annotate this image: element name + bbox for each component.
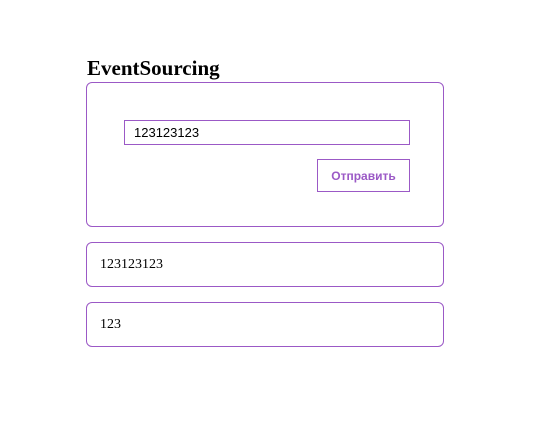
submit-button[interactable]: Отправить	[317, 159, 410, 192]
event-item-text: 123123123	[100, 256, 163, 272]
event-list-item: 123123123	[86, 242, 444, 287]
event-text-input[interactable]	[124, 120, 410, 145]
event-item-text: 123	[100, 316, 121, 332]
event-list-item: 123	[86, 302, 444, 347]
page-title: EventSourcing	[87, 56, 220, 80]
event-form-card: Отправить	[86, 82, 444, 227]
